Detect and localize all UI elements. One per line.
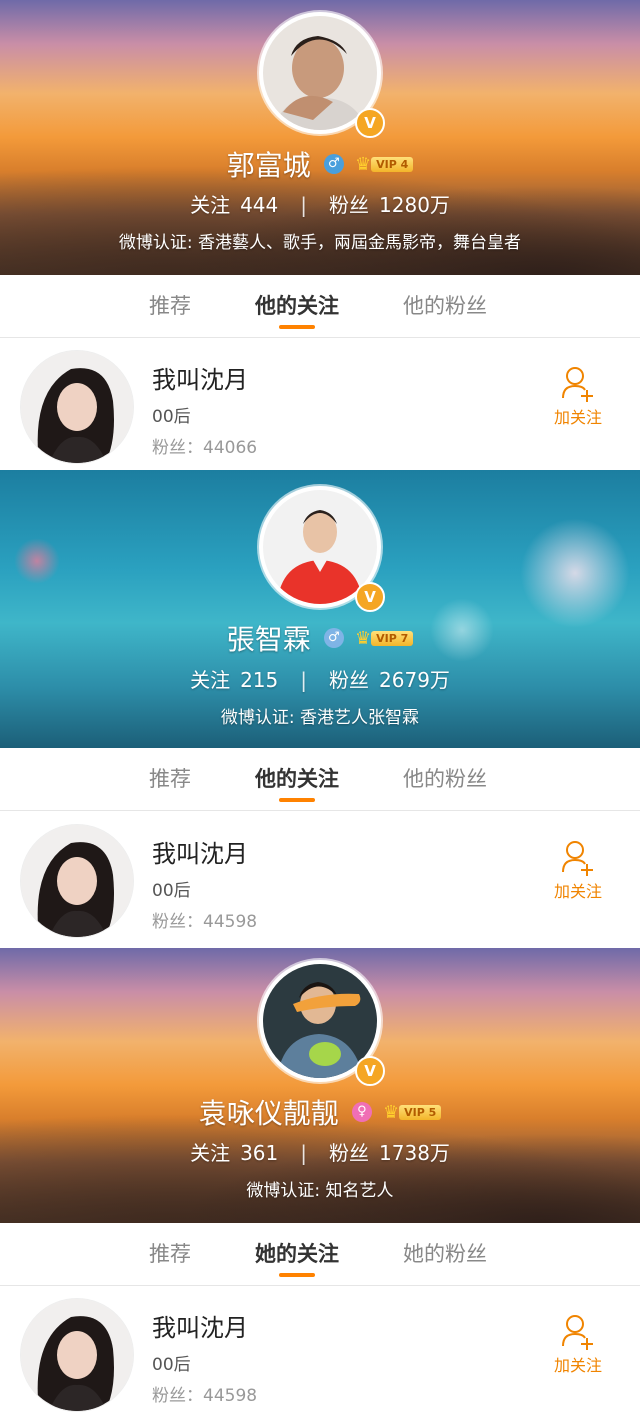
profile-stats: 关注 444 | 粉丝 1280万: [190, 193, 450, 217]
active-tab-indicator: [279, 325, 315, 329]
add-follow-label: 加关注: [553, 1356, 602, 1375]
verified-badge-icon: V: [355, 582, 385, 612]
add-follow-label: 加关注: [553, 408, 602, 427]
following-list-item-1[interactable]: 我叫沈月 00后 粉丝：44066 加关注: [0, 338, 640, 470]
tab-fans[interactable]: 他的粉丝: [385, 748, 505, 810]
add-user-icon: [562, 367, 593, 402]
female-gender-icon: ♀: [351, 1102, 372, 1122]
following-count[interactable]: 关注 361: [190, 1141, 278, 1165]
verified-badge-icon: V: [355, 1056, 385, 1086]
user-fans: 粉丝：44598: [152, 1386, 258, 1406]
profile-name: 袁咏仪靓靓: [198, 1097, 339, 1130]
crown-icon: ♛: [382, 1102, 400, 1123]
profile-cover-3: V 袁咏仪靓靓 ♀ ♛ VIP 5 关注 361 | 粉丝 1738万 微博认证: 知名艺…: [0, 948, 640, 1223]
verified-badge-icon: V: [355, 108, 385, 138]
add-follow-button[interactable]: 加关注: [548, 1314, 608, 1376]
profile-name: 張智霖: [226, 623, 311, 656]
vip-level: VIP 5: [399, 1105, 442, 1120]
profile-card-2: V 張智霖 ♂ ♛ VIP 7 关注 215 | 粉丝 2679万 微博认证: 香港艺人张…: [0, 470, 640, 948]
active-tab-indicator: [279, 798, 315, 802]
profile-tabs-2: 推荐 他的关注 他的粉丝: [0, 748, 640, 811]
user-name[interactable]: 我叫沈月: [152, 360, 248, 395]
vip-level: VIP 4: [371, 157, 414, 172]
following-list-item-2[interactable]: 我叫沈月 00后 粉丝：44598 加关注: [0, 812, 640, 944]
tab-following[interactable]: 他的关注: [237, 275, 357, 337]
vip-badge[interactable]: ♛ VIP 7: [354, 628, 414, 649]
following-list-item-3[interactable]: 我叫沈月 00后 粉丝：44598 加关注: [0, 1286, 640, 1418]
tab-recommend[interactable]: 推荐: [130, 1223, 210, 1285]
profile-card-1: V 郭富城 ♂ ♛ VIP 4 关注 444 | 粉丝 1280万 微博认证: 香港藝人、…: [0, 0, 640, 470]
vip-level: VIP 7: [371, 631, 414, 646]
male-gender-icon: ♂: [323, 628, 344, 648]
following-count[interactable]: 关注 444: [190, 193, 278, 217]
user-name[interactable]: 我叫沈月: [152, 1308, 248, 1343]
profile-tabs-3: 推荐 她的关注 她的粉丝: [0, 1223, 640, 1286]
user-fans: 粉丝：44598: [152, 912, 258, 932]
following-count[interactable]: 关注 215: [190, 668, 278, 692]
tab-recommend[interactable]: 推荐: [130, 275, 210, 337]
add-user-icon: [562, 841, 593, 876]
profile-card-3: V 袁咏仪靓靓 ♀ ♛ VIP 5 关注 361 | 粉丝 1738万 微博认证: 知名艺…: [0, 948, 640, 1421]
profile-tabs-1: 推荐 他的关注 他的粉丝: [0, 275, 640, 338]
add-follow-label: 加关注: [553, 882, 602, 901]
user-avatar[interactable]: [20, 1298, 134, 1412]
user-bio: 00后: [152, 407, 191, 427]
profile-stats: 关注 361 | 粉丝 1738万: [190, 1141, 450, 1165]
user-avatar[interactable]: [20, 824, 134, 938]
profile-cover-2: V 張智霖 ♂ ♛ VIP 7 关注 215 | 粉丝 2679万 微博认证: 香港艺人张…: [0, 470, 640, 748]
verification-text: 微博认证: 知名艺人: [246, 1181, 394, 1201]
active-tab-indicator: [279, 1273, 315, 1277]
verification-text: 微博认证: 香港藝人、歌手，兩屆金馬影帝，舞台皇者: [118, 233, 522, 253]
profile-name: 郭富城: [226, 149, 311, 182]
profile-avatar-3[interactable]: V: [259, 960, 385, 1086]
user-bio: 00后: [152, 1355, 191, 1375]
tab-fans[interactable]: 她的粉丝: [385, 1223, 505, 1285]
fans-count[interactable]: 粉丝 1280万: [329, 193, 450, 217]
vip-badge[interactable]: ♛ VIP 5: [382, 1102, 442, 1123]
add-follow-button[interactable]: 加关注: [548, 366, 608, 428]
user-bio: 00后: [152, 881, 191, 901]
verification-text: 微博认证: 香港艺人张智霖: [220, 708, 420, 728]
user-name[interactable]: 我叫沈月: [152, 834, 248, 869]
tab-following[interactable]: 他的关注: [237, 748, 357, 810]
crown-icon: ♛: [354, 154, 372, 175]
profile-avatar-1[interactable]: V: [259, 12, 385, 138]
fans-count[interactable]: 粉丝 1738万: [329, 1141, 450, 1165]
vip-badge[interactable]: ♛ VIP 4: [354, 154, 414, 175]
tab-following[interactable]: 她的关注: [237, 1223, 357, 1285]
fans-count[interactable]: 粉丝 2679万: [329, 668, 450, 692]
tab-recommend[interactable]: 推荐: [130, 748, 210, 810]
crown-icon: ♛: [354, 628, 372, 649]
tab-fans[interactable]: 他的粉丝: [385, 275, 505, 337]
user-fans: 粉丝：44066: [152, 438, 258, 458]
add-user-icon: [562, 1315, 593, 1350]
add-follow-button[interactable]: 加关注: [548, 840, 608, 902]
profile-cover-1: V 郭富城 ♂ ♛ VIP 4 关注 444 | 粉丝 1280万 微博认证: 香港藝人、…: [0, 0, 640, 275]
user-avatar[interactable]: [20, 350, 134, 464]
profile-stats: 关注 215 | 粉丝 2679万: [190, 668, 450, 692]
male-gender-icon: ♂: [323, 154, 344, 174]
profile-avatar-2[interactable]: V: [259, 486, 385, 612]
